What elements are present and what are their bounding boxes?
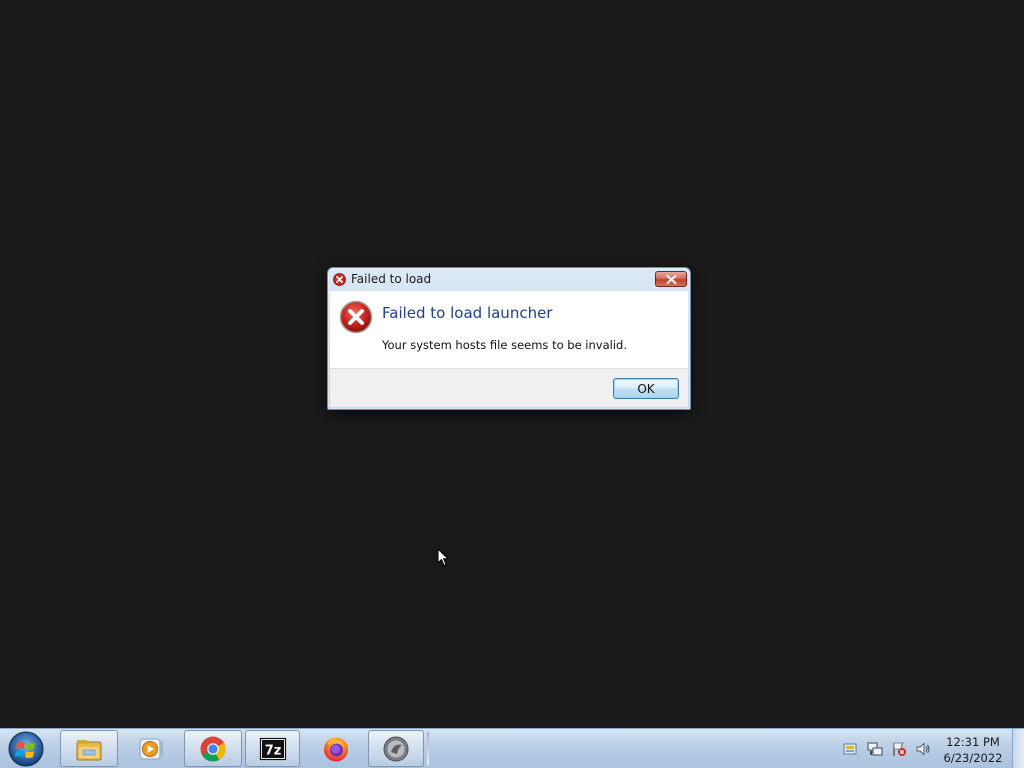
error-message: Your system hosts file seems to be inval… <box>382 338 627 352</box>
taskbar-button-chrome[interactable] <box>184 730 242 767</box>
firefox-icon <box>324 736 348 761</box>
taskbar: 7z 12:31 PM 6/23/2022 <box>0 728 1024 768</box>
network-icon[interactable] <box>867 741 883 757</box>
main-instruction: Failed to load launcher <box>382 304 553 322</box>
ok-button[interactable]: OK <box>613 378 679 399</box>
taskbar-button-media-player[interactable] <box>122 730 180 767</box>
error-icon <box>339 300 373 334</box>
taskbar-separator <box>427 732 429 765</box>
svg-text:7z: 7z <box>264 743 281 758</box>
taskbar-button-app[interactable] <box>368 730 424 767</box>
dialog-titlebar[interactable]: Failed to load <box>328 268 690 291</box>
clock-time[interactable]: 12:31 PM <box>938 735 1008 749</box>
chrome-icon <box>200 736 226 762</box>
dialog-content: Failed to load launcher Your system host… <box>330 291 688 368</box>
dialog-title: Failed to load <box>351 272 432 286</box>
media-player-icon <box>139 738 163 759</box>
close-button[interactable] <box>655 271 687 287</box>
clock-date[interactable]: 6/23/2022 <box>938 751 1008 765</box>
action-center-icon[interactable] <box>842 741 858 757</box>
error-icon <box>333 273 346 286</box>
show-desktop-button[interactable] <box>1012 729 1024 768</box>
error-dialog: Failed to load Failed to load launcher Y… <box>327 267 691 410</box>
windows-start-icon[interactable] <box>6 730 46 768</box>
taskbar-button-7zip[interactable]: 7z <box>245 730 300 767</box>
volume-icon[interactable] <box>915 741 931 757</box>
dialog-footer: OK <box>330 368 688 407</box>
7zip-icon: 7z <box>259 737 286 760</box>
app-icon <box>383 736 409 761</box>
flag-icon[interactable] <box>891 741 907 757</box>
file-explorer-icon <box>76 739 102 760</box>
mouse-cursor-icon <box>437 548 449 567</box>
taskbar-button-explorer[interactable] <box>60 730 118 767</box>
taskbar-button-firefox[interactable] <box>307 730 365 767</box>
close-icon <box>666 274 676 284</box>
